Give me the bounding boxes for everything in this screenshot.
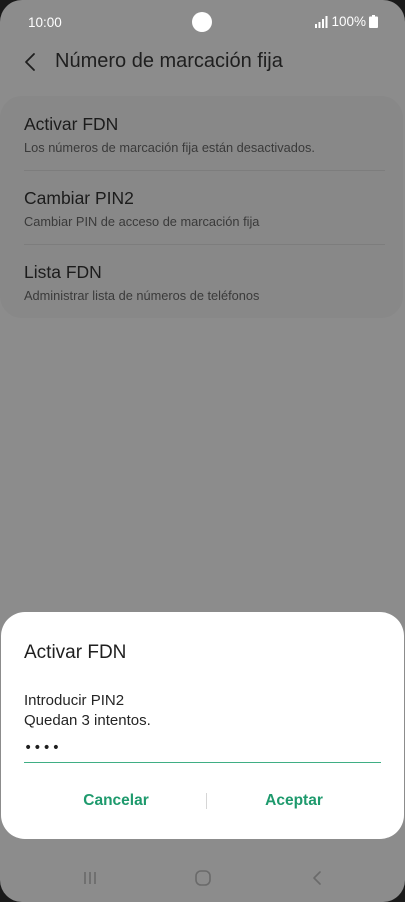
- item-title: Cambiar PIN2: [24, 188, 134, 208]
- phone-screen: 10:00 100% Número de marcación fija Acti…: [0, 0, 405, 902]
- dialog-title: Activar FDN: [24, 642, 127, 663]
- status-bar: 10:00 100%: [0, 0, 405, 44]
- recents-icon[interactable]: [78, 868, 102, 888]
- item-subtitle: Los números de marcación fija están desa…: [24, 140, 315, 155]
- settings-item-lista-fdn[interactable]: Lista FDN Administrar lista de números d…: [24, 244, 385, 317]
- settings-item-cambiar-pin2[interactable]: Cambiar PIN2 Cambiar PIN de acceso de ma…: [24, 170, 385, 243]
- dialog-prompt: Introducir PIN2: [24, 692, 125, 709]
- dialog-attempts-remaining: Quedan 3 intentos.: [24, 712, 151, 729]
- app-header: Número de marcación fija: [0, 44, 405, 82]
- settings-list: Activar FDN Los números de marcación fij…: [0, 96, 403, 318]
- battery-percent: 100%: [331, 14, 366, 29]
- item-subtitle: Administrar lista de números de teléfono…: [24, 288, 260, 303]
- accept-button[interactable]: Aceptar: [204, 786, 384, 816]
- status-indicators: 100%: [315, 14, 378, 29]
- item-subtitle: Cambiar PIN de acceso de marcación fija: [24, 214, 260, 229]
- cancel-button[interactable]: Cancelar: [26, 786, 206, 816]
- settings-item-activar-fdn[interactable]: Activar FDN Los números de marcación fij…: [24, 96, 385, 169]
- status-time: 10:00: [28, 15, 62, 30]
- chevron-left-icon[interactable]: [22, 50, 38, 74]
- pin2-input[interactable]: [24, 734, 381, 763]
- item-title: Activar FDN: [24, 114, 119, 134]
- item-title: Lista FDN: [24, 262, 102, 282]
- battery-icon: [369, 15, 378, 28]
- pin2-dialog: Activar FDN Introducir PIN2 Quedan 3 int…: [1, 612, 404, 839]
- signal-icon: [315, 15, 328, 28]
- camera-cutout: [192, 12, 212, 32]
- navigation-bar: [0, 852, 405, 902]
- home-icon[interactable]: [191, 868, 215, 888]
- nav-back-icon[interactable]: [305, 868, 329, 888]
- page-title: Número de marcación fija: [55, 50, 283, 72]
